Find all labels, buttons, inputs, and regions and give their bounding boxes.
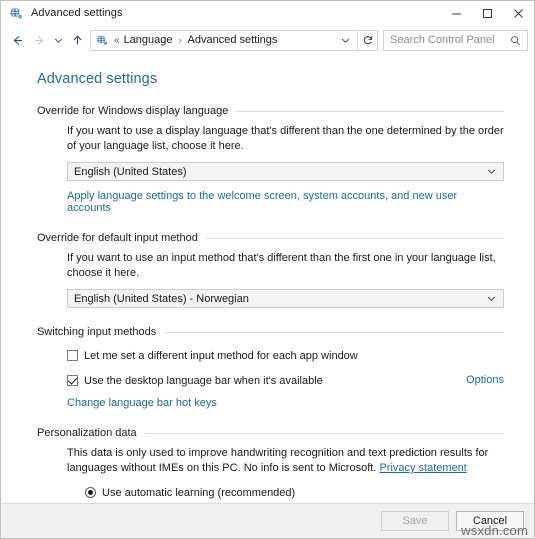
input-method-dropdown[interactable]: English (United States) - Norwegian — [67, 289, 504, 308]
window-controls — [441, 1, 534, 25]
close-icon[interactable] — [503, 1, 534, 25]
section-header-personalization: Personalization data — [37, 427, 504, 439]
section-label: Override for Windows display language — [37, 105, 229, 117]
forward-arrow-icon[interactable] — [28, 29, 50, 51]
display-language-dropdown[interactable]: English (United States) — [67, 162, 504, 181]
checkbox-row-desktop-language-bar[interactable]: Use the desktop language bar when it's a… — [67, 374, 504, 388]
privacy-statement-link[interactable]: Privacy statement — [379, 462, 466, 474]
radio-label-automatic-learning: Use automatic learning (recommended) — [102, 487, 296, 499]
chevron-down-icon[interactable] — [487, 163, 496, 180]
breadcrumb-separator: › — [178, 35, 182, 45]
minimize-icon[interactable] — [441, 1, 472, 25]
breadcrumb-overflow[interactable]: « — [114, 35, 119, 46]
section-label: Override for default input method — [37, 232, 198, 244]
search-icon[interactable] — [510, 35, 527, 46]
recent-locations-chevron-down-icon[interactable] — [50, 29, 66, 51]
display-language-selected-value: English (United States) — [74, 165, 187, 178]
section-header-display-language: Override for Windows display language — [37, 105, 504, 117]
window-title: Advanced settings — [31, 7, 123, 19]
save-button[interactable]: Save — [381, 511, 449, 531]
breadcrumb-bar[interactable]: « Language › Advanced settings — [90, 29, 358, 51]
checkbox-label-desktop-language-bar: Use the desktop language bar when it's a… — [84, 375, 323, 387]
checkbox-per-app-window[interactable] — [67, 350, 78, 361]
apply-language-settings-link[interactable]: Apply language settings to the welcome s… — [67, 190, 457, 214]
maximize-icon[interactable] — [472, 1, 503, 25]
settings-content: Advanced settings Override for Windows d… — [1, 55, 534, 538]
radio-row-automatic-learning[interactable]: Use automatic learning (recommended) — [67, 486, 504, 500]
section-switching-input-methods: Switching input methods Let me set a dif… — [37, 326, 504, 409]
section-divider — [236, 110, 504, 112]
checkbox-desktop-language-bar[interactable] — [67, 375, 78, 386]
footer-button-bar: Save Cancel — [1, 504, 534, 538]
input-method-description: If you want to use an input method that'… — [67, 252, 496, 279]
section-label: Personalization data — [37, 427, 137, 439]
input-method-selected-value: English (United States) - Norwegian — [74, 292, 249, 305]
search-input[interactable] — [384, 34, 510, 46]
back-arrow-icon[interactable] — [6, 29, 28, 51]
advanced-settings-window: Advanced settings « Language › Advanced … — [0, 0, 535, 539]
section-label: Switching input methods — [37, 326, 157, 338]
change-language-bar-hotkeys-link[interactable]: Change language bar hot keys — [67, 397, 217, 409]
language-flag-icon — [8, 5, 24, 21]
refresh-icon[interactable] — [358, 29, 378, 51]
breadcrumb-item-language[interactable]: Language — [124, 34, 173, 46]
personalization-description: This data is only used to improve handwr… — [67, 446, 504, 476]
checkbox-row-per-app-window[interactable]: Let me set a different input method for … — [67, 349, 504, 363]
section-divider — [144, 432, 504, 434]
display-language-description: If you want to use a display language th… — [67, 125, 504, 152]
page-title: Advanced settings — [37, 71, 158, 87]
section-header-switching: Switching input methods — [37, 326, 504, 338]
breadcrumb-item-advanced-settings[interactable]: Advanced settings — [188, 34, 278, 46]
watermark: wsxdn.com — [461, 523, 528, 538]
breadcrumb-chevron-down-icon[interactable] — [334, 36, 357, 45]
options-link[interactable]: Options — [466, 374, 504, 386]
section-display-language: Override for Windows display language If… — [37, 105, 504, 214]
section-divider — [205, 237, 504, 239]
section-header-input-method: Override for default input method — [37, 232, 504, 244]
address-bar: « Language › Advanced settings — [1, 25, 534, 55]
up-arrow-icon[interactable] — [66, 29, 88, 51]
section-divider — [164, 331, 504, 333]
checkbox-label-per-app-window: Let me set a different input method for … — [84, 350, 358, 362]
radio-automatic-learning[interactable] — [85, 487, 96, 498]
search-box[interactable] — [383, 29, 528, 51]
section-input-method: Override for default input method If you… — [37, 232, 504, 308]
title-bar: Advanced settings — [1, 1, 534, 25]
breadcrumb-language-flag-icon — [95, 33, 109, 47]
chevron-down-icon[interactable] — [487, 290, 496, 307]
